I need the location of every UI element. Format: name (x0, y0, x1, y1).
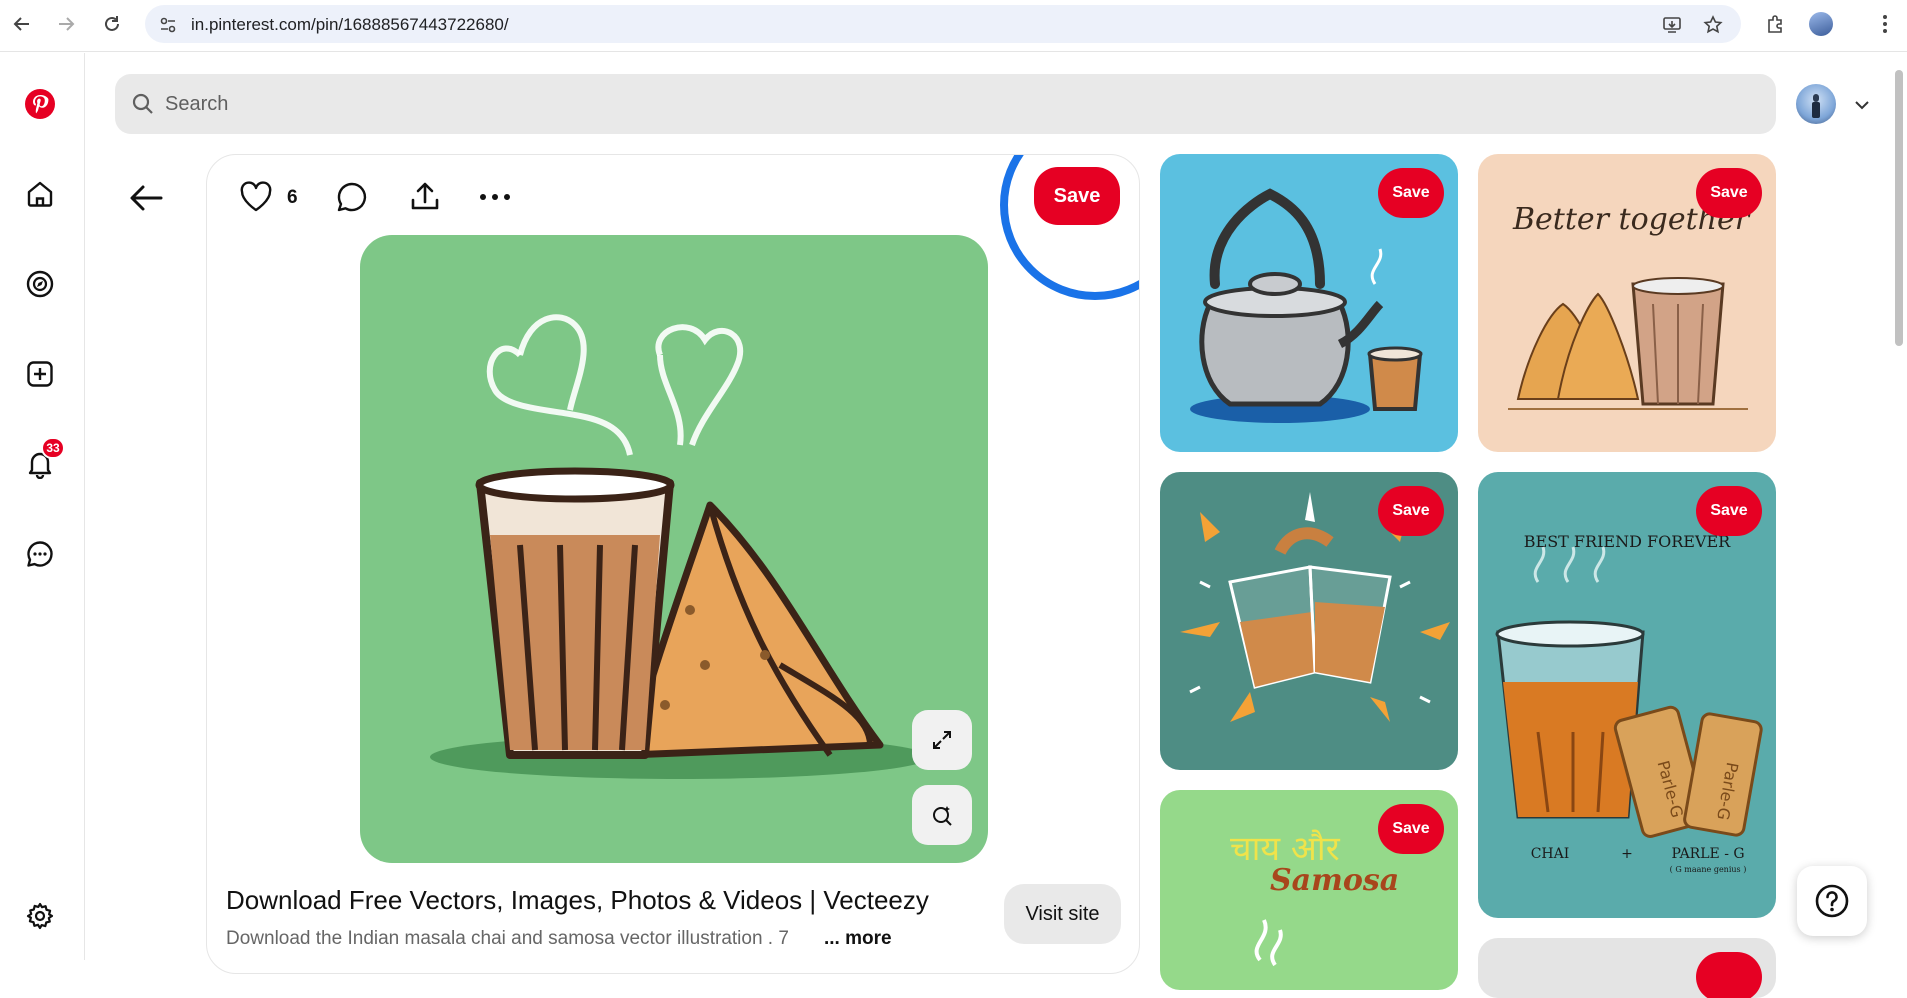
home-icon[interactable] (19, 173, 61, 215)
extensions-icon[interactable] (1762, 11, 1788, 37)
help-button[interactable] (1797, 866, 1867, 936)
grid-pin-better-together[interactable]: Better together Save (1478, 154, 1776, 452)
messages-icon[interactable] (19, 533, 61, 575)
comment-icon[interactable] (330, 175, 374, 219)
notification-badge: 33 (41, 437, 65, 459)
chrome-profile-icon[interactable] (1808, 11, 1834, 37)
search-input[interactable] (165, 88, 1745, 120)
back-button[interactable] (122, 174, 170, 222)
like-count: 6 (287, 187, 298, 208)
explore-compass-icon[interactable] (19, 263, 61, 305)
search-bar[interactable] (115, 74, 1776, 134)
chai-label: CHAI (1531, 846, 1570, 862)
notifications-bell-icon[interactable]: 33 (19, 437, 65, 485)
settings-gear-icon[interactable] (19, 895, 61, 937)
grid-pin-kettle-chai[interactable]: Save (1160, 154, 1458, 452)
bookmark-star-icon[interactable] (1702, 14, 1724, 36)
grid-pin-best-friend-forever[interactable]: BEST FRIEND FOREVER Parle-G Parle-G CHAI… (1478, 472, 1776, 918)
plus-label: + (1621, 846, 1633, 862)
create-plus-icon[interactable] (19, 353, 61, 395)
grid-save-button[interactable]: Save (1696, 168, 1762, 218)
chai-samosa-illustration (430, 314, 930, 779)
install-app-icon[interactable] (1661, 14, 1683, 36)
grid-save-button[interactable]: Save (1378, 486, 1444, 536)
pinterest-logo-icon[interactable] (19, 83, 61, 125)
url-text: in.pinterest.com/pin/16888567443722680/ (191, 15, 509, 34)
chrome-menu-icon[interactable] (1872, 11, 1898, 37)
pin-description: Download the Indian masala chai and samo… (226, 928, 789, 949)
grid-save-button[interactable]: Save (1378, 804, 1444, 854)
help-question-icon (1815, 884, 1849, 918)
grid-save-button-partial[interactable] (1696, 952, 1762, 998)
reload-icon[interactable] (98, 10, 126, 38)
more-options-icon[interactable] (473, 175, 517, 219)
best-friend-text: BEST FRIEND FOREVER (1524, 532, 1731, 551)
pin-detail-card: 6 Save Download Free Vectors, Images, Ph… (206, 154, 1140, 974)
save-button[interactable]: Save (1034, 167, 1120, 225)
expand-image-button[interactable] (912, 710, 972, 770)
share-icon[interactable] (403, 175, 447, 219)
forward-arrow-icon[interactable] (52, 10, 80, 38)
best-friend-forever-illustration: BEST FRIEND FOREVER Parle-G Parle-G CHAI… (1495, 532, 1763, 874)
address-bar[interactable]: in.pinterest.com/pin/16888567443722680/ (145, 5, 1741, 43)
user-avatar[interactable] (1796, 84, 1836, 124)
back-arrow-icon[interactable] (8, 10, 36, 38)
grid-pin-chai-cheers[interactable]: Save (1160, 472, 1458, 770)
like-heart-icon[interactable] (234, 175, 278, 219)
parle-label: PARLE - G (1671, 846, 1744, 862)
pin-title[interactable]: Download Free Vectors, Images, Photos & … (226, 885, 929, 916)
site-info-icon[interactable] (157, 14, 179, 36)
account-chevron-down-icon[interactable] (1851, 94, 1873, 116)
parle-sub-label: ( G maane genius ) (1670, 865, 1747, 874)
visual-search-icon[interactable] (912, 785, 972, 845)
grid-pin-chai-aur-samosa[interactable]: चाय और Samosa Save (1160, 790, 1458, 990)
grid-save-button[interactable]: Save (1378, 168, 1444, 218)
search-icon (132, 93, 154, 120)
grid-save-button[interactable]: Save (1696, 486, 1762, 536)
more-link[interactable]: ... more (824, 928, 892, 950)
visit-site-button[interactable]: Visit site (1004, 884, 1121, 944)
pin-image-chai-samosa[interactable] (360, 235, 988, 863)
samosa-text: Samosa (1270, 863, 1399, 898)
browser-toolbar: in.pinterest.com/pin/16888567443722680/ (0, 0, 1907, 52)
left-navigation-rail: 33 (0, 53, 85, 960)
page-scrollbar[interactable] (1895, 70, 1903, 346)
grid-pin-next[interactable] (1478, 938, 1776, 998)
